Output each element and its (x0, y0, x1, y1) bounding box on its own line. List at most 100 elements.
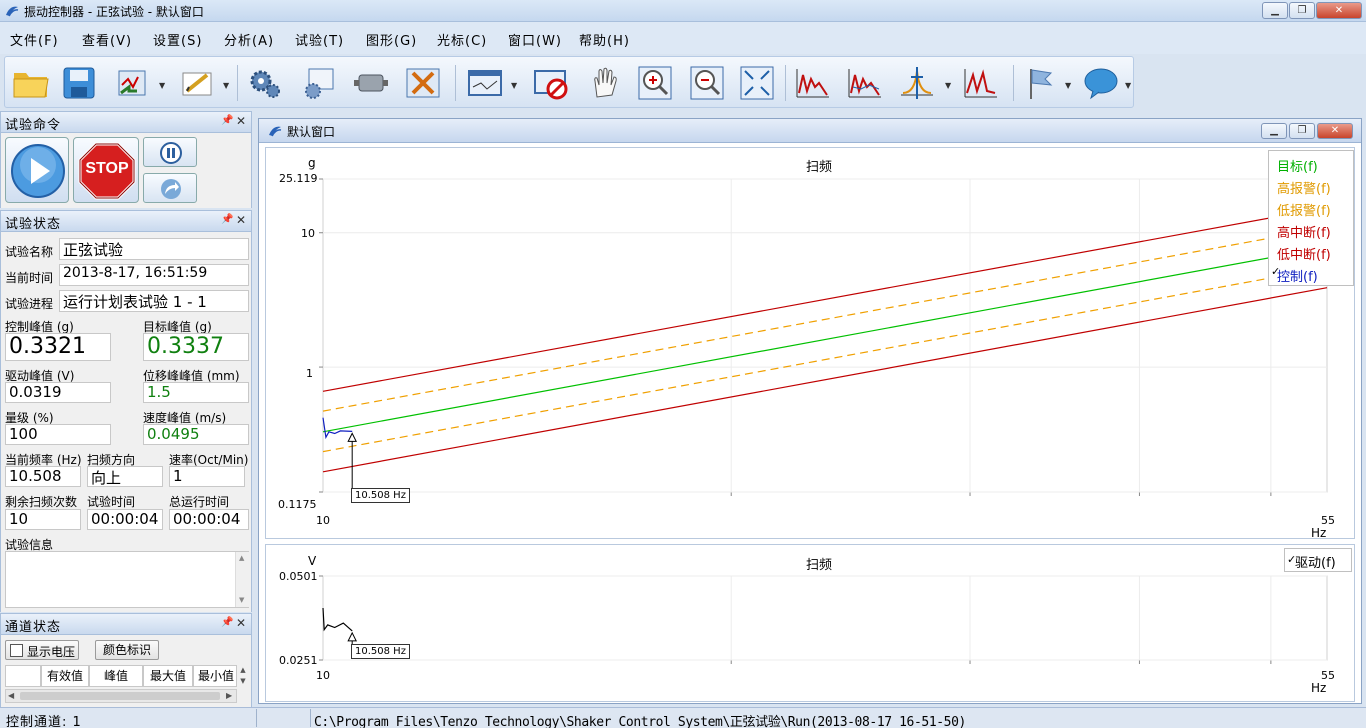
column-rms[interactable]: 有效值 (41, 665, 89, 687)
status-bar: 控制通道: 1 C:\Program Files\Tenzo Technolog… (0, 707, 1366, 728)
column-peak[interactable]: 峰值 (89, 665, 143, 687)
table-vscroll[interactable]: ▲ ▼ (237, 665, 249, 687)
spectrum-multi-icon[interactable] (845, 63, 885, 103)
minimize-button[interactable]: ▁ (1262, 2, 1288, 19)
cursor-peak-icon[interactable] (897, 63, 937, 103)
test-command-panel: STOP (0, 133, 252, 208)
maximize-button[interactable]: ❐ (1289, 2, 1315, 19)
sweep-drive-plot[interactable]: V 扫频 0.0501 0.0251 10 55 Hz 10.508 Hz ✓ … (265, 544, 1355, 702)
legend-high-alarm[interactable]: 高报警(f) (1277, 178, 1331, 197)
legend-low-alarm[interactable]: 低报警(f) (1277, 200, 1331, 219)
sweep-acceleration-plot[interactable]: g 扫频 25.119 10 1 0.1175 10 55 Hz 10.508 … (265, 147, 1355, 540)
legend-low-abort[interactable]: 低中断(f) (1277, 244, 1331, 263)
settings-gears-icon[interactable] (245, 63, 285, 103)
info-scrollbar[interactable]: ▲ ▼ (235, 552, 249, 607)
panel-close-icon[interactable]: ✕ (236, 213, 246, 227)
edit-icon[interactable] (177, 63, 217, 103)
open-folder-icon[interactable] (11, 63, 51, 103)
fit-icon[interactable] (737, 63, 777, 103)
test-info-textarea[interactable]: ▲ ▼ (5, 551, 249, 608)
cursor-dropdown-arrow[interactable]: ▼ (945, 81, 951, 90)
menu-cursor[interactable]: 光标(C) (437, 30, 487, 49)
menu-view[interactable]: 查看(V) (82, 30, 132, 49)
redo-arrow-icon (161, 179, 181, 199)
series-line-0 (322, 246, 1328, 433)
series-line-3 (322, 206, 1328, 392)
save-icon[interactable] (59, 63, 99, 103)
config-icon[interactable] (299, 63, 339, 103)
accel-chart-title: 扫频 (806, 160, 833, 175)
spectrum-overlay-icon[interactable] (961, 63, 1001, 103)
shaker-icon[interactable] (351, 63, 391, 103)
target-peak-value: 0.3337 (143, 333, 249, 361)
inner-close-button[interactable]: ✕ (1317, 123, 1353, 139)
panel-close-icon[interactable]: ✕ (236, 114, 246, 128)
menu-settings[interactable]: 设置(S) (153, 30, 202, 49)
close-button[interactable]: ✕ (1316, 2, 1362, 19)
series-line-1 (322, 227, 1328, 412)
scroll-down-icon[interactable]: ▼ (239, 596, 244, 604)
legend-high-abort[interactable]: 高中断(f) (1277, 222, 1331, 241)
pin-icon[interactable]: 📌 (221, 115, 233, 126)
test-name-value: 正弦试验 (59, 238, 249, 260)
drive-series (322, 607, 353, 632)
import-icon[interactable] (113, 63, 153, 103)
color-label-button[interactable]: 颜色标识 (95, 640, 159, 660)
menu-test[interactable]: 试验(T) (295, 30, 344, 49)
inner-minimize-button[interactable]: ▁ (1261, 123, 1287, 139)
pause-button[interactable] (143, 137, 197, 167)
status-channel: 控制通道: 1 (6, 715, 82, 728)
zoom-in-icon[interactable] (635, 63, 675, 103)
pin-icon[interactable]: 📌 (221, 617, 233, 628)
menu-analysis[interactable]: 分析(A) (224, 30, 274, 49)
column-min[interactable]: 最小值 (193, 665, 237, 687)
pan-hand-icon[interactable] (585, 63, 625, 103)
test-time-value: 00:00:04 (87, 509, 163, 530)
chat-icon[interactable] (1081, 63, 1121, 103)
legend-drive[interactable]: 驱动(f) (1295, 552, 1336, 571)
remain-sweeps-label: 剩余扫频次数 (5, 495, 78, 509)
display-dropdown-arrow[interactable]: ▼ (511, 81, 517, 90)
menu-file[interactable]: 文件(F) (10, 30, 59, 49)
scroll-right-icon[interactable]: ▶ (226, 691, 232, 700)
flag-icon[interactable] (1021, 63, 1061, 103)
display-window-icon[interactable] (465, 63, 505, 103)
resume-button[interactable] (143, 173, 197, 203)
hscroll-thumb[interactable] (20, 692, 220, 700)
inner-maximize-button[interactable]: ❐ (1289, 123, 1315, 139)
stop-button[interactable]: STOP (73, 137, 139, 203)
table-hscroll[interactable]: ◀ ▶ (5, 689, 237, 703)
show-voltage-checkbox[interactable]: 显示电压 (5, 640, 79, 660)
checkbox-box[interactable] (10, 644, 23, 657)
spectrum-icon[interactable] (793, 63, 833, 103)
channel-status-panel: 显示电压 颜色标识 有效值 峰值 最大值 最小值 ▲ ▼ ◀ ▶ (0, 635, 252, 707)
app-logo-icon (6, 6, 19, 17)
total-time-label: 总运行时间 (169, 495, 230, 509)
test-command-title: 试验命令 (5, 118, 62, 133)
test-command-header: 试验命令 📌 ✕ (0, 111, 252, 133)
cursor-arrow (347, 432, 357, 442)
total-time-value: 00:00:04 (169, 509, 249, 530)
menu-window[interactable]: 窗口(W) (508, 30, 562, 49)
edit-dropdown-arrow[interactable]: ▼ (223, 81, 229, 90)
menu-graph[interactable]: 图形(G) (366, 30, 417, 49)
chat-dropdown-arrow[interactable]: ▼ (1125, 81, 1131, 90)
zoom-out-icon[interactable] (687, 63, 727, 103)
stop-display-icon[interactable] (531, 63, 571, 103)
flag-dropdown-arrow[interactable]: ▼ (1065, 81, 1071, 90)
start-button[interactable] (5, 137, 69, 203)
drive-y-unit: V (308, 554, 317, 568)
import-dropdown-arrow[interactable]: ▼ (159, 81, 165, 90)
scroll-left-icon[interactable]: ◀ (8, 691, 14, 700)
menu-help[interactable]: 帮助(H) (579, 30, 630, 49)
panel-close-icon[interactable]: ✕ (236, 616, 246, 630)
scroll-up-icon[interactable]: ▲ (239, 554, 244, 562)
column-max[interactable]: 最大值 (143, 665, 193, 687)
legend-control[interactable]: 控制(f) (1277, 266, 1318, 285)
series-line-0 (322, 607, 353, 632)
pin-icon[interactable]: 📌 (221, 214, 233, 225)
tools-icon[interactable] (403, 63, 443, 103)
legend-target[interactable]: 目标(f) (1277, 156, 1318, 175)
drive-x-tick-min: 10 (316, 669, 330, 682)
current-time-value: 2013-8-17, 16:51:59 (59, 264, 249, 286)
